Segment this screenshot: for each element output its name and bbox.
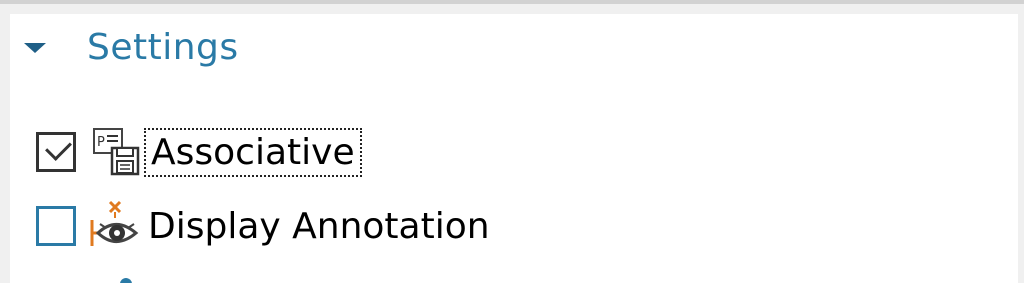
option-associative[interactable]: P Associative bbox=[36, 124, 362, 180]
display-annotation-eye-icon bbox=[90, 200, 139, 246]
top-border bbox=[0, 0, 1024, 4]
display-annotation-checkbox[interactable] bbox=[36, 206, 76, 246]
settings-window: Settings P Associative Display Annotatio… bbox=[0, 0, 1024, 283]
associative-checkbox[interactable] bbox=[36, 132, 76, 172]
associative-save-icon: P bbox=[93, 128, 140, 176]
section-title: Settings bbox=[87, 26, 239, 68]
checkmark-icon bbox=[45, 134, 72, 161]
next-item-icon bbox=[120, 278, 132, 283]
option-display-annotation[interactable]: Display Annotation bbox=[36, 198, 490, 254]
display-annotation-label[interactable]: Display Annotation bbox=[148, 206, 490, 247]
settings-section-header[interactable]: Settings bbox=[24, 24, 239, 70]
associative-label[interactable]: Associative bbox=[144, 127, 362, 177]
chevron-down-icon[interactable] bbox=[24, 43, 46, 53]
svg-text:P: P bbox=[97, 135, 105, 150]
